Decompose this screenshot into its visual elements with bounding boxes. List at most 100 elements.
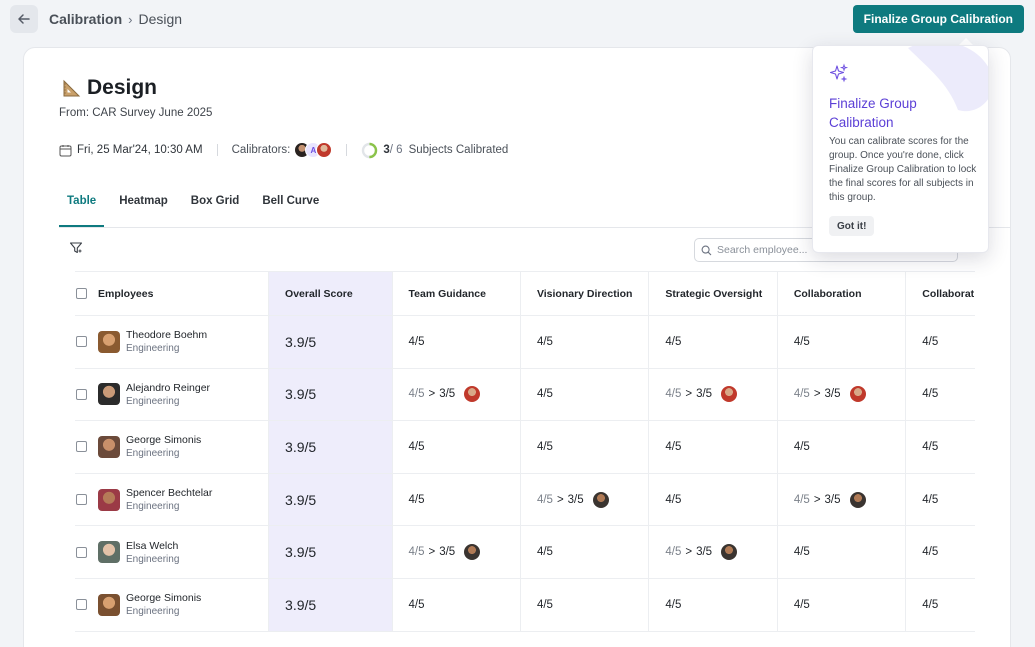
row-checkbox[interactable]: [76, 494, 87, 506]
score-cell[interactable]: 4/5: [906, 421, 975, 473]
finalize-group-calibration-button[interactable]: Finalize Group Calibration: [852, 5, 1024, 33]
score-cell[interactable]: 4/5: [906, 579, 975, 631]
overall-score: 3.9/5: [285, 386, 317, 403]
filter-icon[interactable]: [69, 241, 83, 255]
breadcrumb-separator: ›: [128, 11, 133, 27]
score-cell[interactable]: 4/5: [393, 473, 521, 526]
row-checkbox[interactable]: [76, 599, 87, 611]
got-it-button[interactable]: Got it!: [829, 216, 875, 236]
score-value: 3/5: [439, 388, 456, 401]
score-change-arrow: >: [428, 388, 436, 401]
score-cell[interactable]: 4/5: [521, 421, 650, 473]
score-cell[interactable]: 4/5: [521, 316, 650, 368]
employee-name[interactable]: George Simonis: [126, 433, 201, 447]
score-change-arrow: >: [685, 546, 693, 559]
back-button[interactable]: [10, 5, 38, 33]
employee-name[interactable]: George Simonis: [126, 591, 201, 605]
score-cell[interactable]: 4/5: [649, 578, 778, 631]
score-cell[interactable]: 4/5: [649, 316, 778, 368]
score-cell[interactable]: 4/5 >3/5: [521, 473, 650, 526]
column-header-visionary-direction: Visionary Direction: [521, 272, 650, 315]
column-header-label: Strategic Oversight: [665, 287, 763, 300]
employee-info: Elsa Welch Engineering: [126, 539, 179, 566]
tab-table[interactable]: Table: [59, 186, 105, 227]
page-title: Design: [87, 76, 158, 99]
row-checkbox[interactable]: [76, 546, 87, 558]
tab-bell-curve[interactable]: Bell Curve: [254, 186, 327, 227]
score-cell[interactable]: 4/5: [521, 578, 650, 631]
score-value: 4/5: [536, 546, 553, 559]
score-cell[interactable]: 4/5: [778, 526, 907, 578]
score-cell[interactable]: 4/5: [906, 474, 975, 526]
calibrator-avatar[interactable]: [721, 386, 738, 403]
score-value: 4/5: [922, 598, 939, 611]
employee-info: Theodore Boehm Engineering: [126, 328, 207, 355]
calibrator-avatar[interactable]: [592, 491, 609, 508]
tooltip-body: You can calibrate scores for the group. …: [829, 136, 977, 203]
score-change-arrow: >: [813, 493, 821, 506]
table-row[interactable]: Elsa Welch Engineering 3.9/5 4/5 >3/5 4/5 4/5 >…: [75, 526, 975, 579]
score-cell[interactable]: 4/5: [393, 578, 521, 631]
overall-score-cell: 3.9/5: [269, 578, 393, 631]
score-cell[interactable]: 4/5 >3/5: [649, 368, 778, 421]
original-score: 4/5: [793, 493, 810, 506]
score-value: 3/5: [696, 388, 713, 401]
score-value: 4/5: [536, 440, 553, 453]
original-score: 4/5: [408, 388, 425, 401]
table-row[interactable]: George Simonis Engineering 3.9/5 4/5 4/5 4/5 4…: [75, 578, 975, 632]
row-checkbox[interactable]: [76, 336, 87, 348]
select-all-checkbox[interactable]: [76, 288, 87, 299]
score-cell[interactable]: 4/5: [906, 526, 975, 578]
row-checkbox[interactable]: [76, 441, 87, 453]
table-row[interactable]: George Simonis Engineering 3.9/5 4/5 4/5 4/5 4…: [75, 421, 975, 474]
overall-score: 3.9/5: [285, 491, 317, 508]
score-cell[interactable]: 4/5 >3/5: [393, 368, 521, 421]
score-value: 4/5: [922, 388, 939, 401]
score-value: 4/5: [665, 335, 682, 348]
calibrator-avatar[interactable]: [849, 491, 866, 508]
table-row[interactable]: Theodore Boehm Engineering 3.9/5 4/5 4/5 4/5 4…: [75, 316, 975, 369]
score-cell[interactable]: 4/5: [521, 526, 650, 578]
employee-name[interactable]: Spencer Bechtelar: [126, 486, 212, 500]
employee-name[interactable]: Alejandro Reinger: [126, 381, 210, 395]
score-cell[interactable]: 4/5 >3/5: [649, 526, 778, 578]
score-cell[interactable]: 4/5: [393, 421, 521, 473]
employee-info: Spencer Bechtelar Engineering: [126, 486, 212, 513]
tab-box-grid[interactable]: Box Grid: [183, 186, 248, 227]
score-cell[interactable]: 4/5 >3/5: [778, 473, 907, 526]
employee-avatar: [98, 593, 120, 616]
ruler-triangle-icon: [63, 79, 81, 97]
tab-heatmap[interactable]: Heatmap: [111, 186, 176, 227]
original-score: 4/5: [665, 388, 682, 401]
score-cell[interactable]: 4/5: [906, 316, 975, 368]
score-change-arrow: >: [813, 388, 821, 401]
score-cell[interactable]: 4/5: [778, 578, 907, 631]
breadcrumb-root[interactable]: Calibration: [49, 11, 122, 27]
table-row[interactable]: Spencer Bechtelar Engineering 3.9/5 4/5 4/5 >…: [75, 473, 975, 527]
table-row[interactable]: Alejandro Reinger Engineering 3.9/5 4/5 >3/5…: [75, 368, 975, 422]
employee-cell: George Simonis Engineering: [75, 578, 270, 631]
calibrator-avatar[interactable]: [721, 544, 738, 561]
table-header: Employees Overall Score Team Guidance Visio…: [75, 271, 975, 316]
employee-cell: Spencer Bechtelar Engineering: [75, 473, 270, 526]
score-cell[interactable]: 4/5 >3/5: [393, 526, 521, 578]
score-cell[interactable]: 4/5: [778, 421, 907, 473]
score-cell[interactable]: 4/5: [521, 368, 650, 421]
employee-cell: George Simonis Engineering: [75, 421, 270, 473]
calibrator-avatar[interactable]: [464, 386, 481, 403]
score-value: 4/5: [922, 335, 939, 348]
calibrator-avatar[interactable]: [464, 544, 481, 561]
employee-name[interactable]: Theodore Boehm: [126, 328, 207, 342]
score-cell[interactable]: 4/5: [393, 316, 521, 368]
original-score: 4/5: [665, 546, 682, 559]
score-cell[interactable]: 4/5 >3/5: [778, 368, 907, 421]
score-cell[interactable]: 4/5: [649, 473, 778, 526]
original-score: 4/5: [408, 546, 425, 559]
score-cell[interactable]: 4/5: [649, 421, 778, 473]
calibrator-avatar[interactable]: [849, 386, 866, 403]
row-checkbox[interactable]: [76, 388, 87, 400]
score-cell[interactable]: 4/5: [778, 316, 907, 368]
calibrator-avatars[interactable]: A: [294, 142, 333, 158]
employee-name[interactable]: Elsa Welch: [126, 539, 179, 553]
score-cell[interactable]: 4/5: [906, 369, 975, 421]
